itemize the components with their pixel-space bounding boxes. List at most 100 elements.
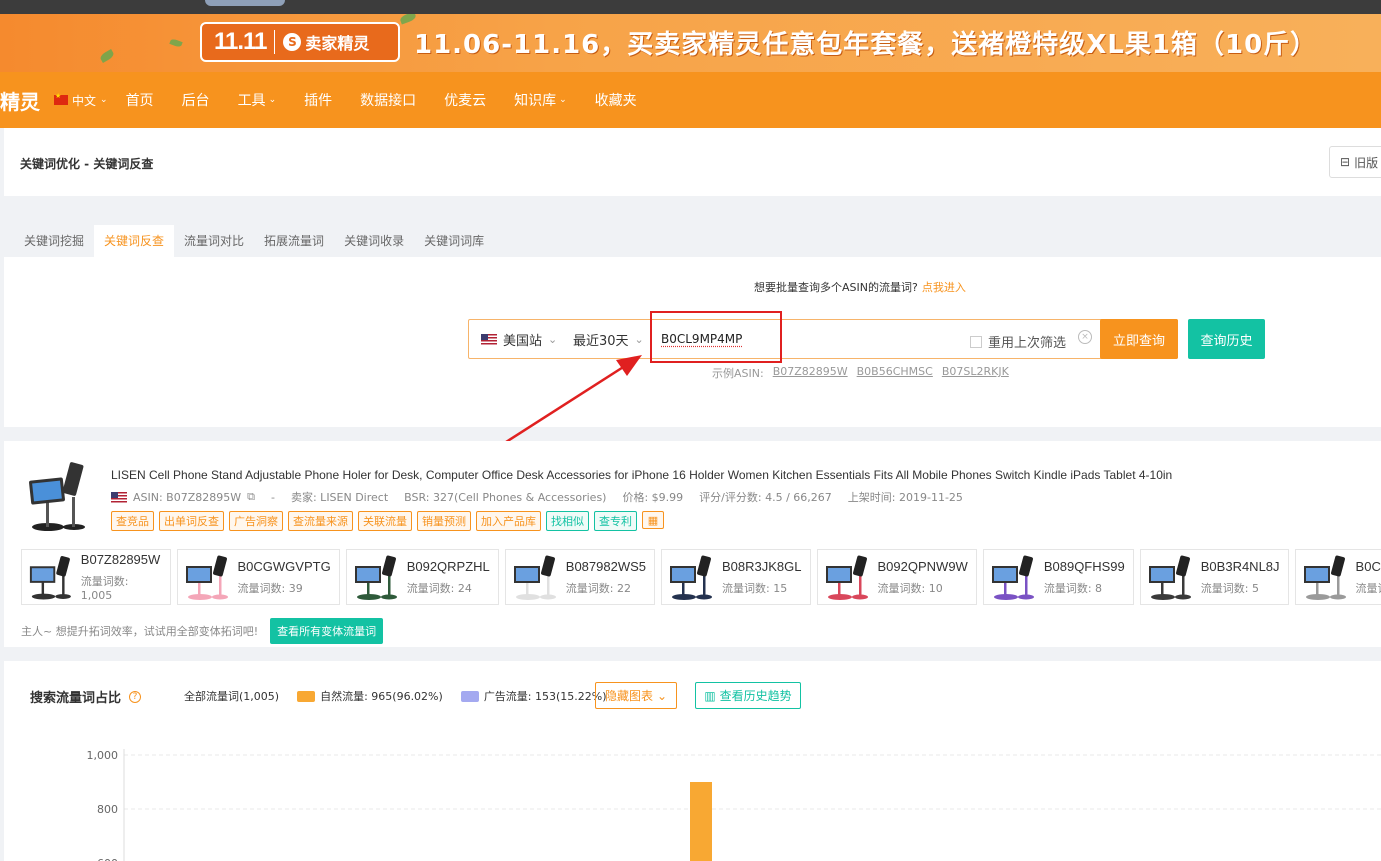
- legend-ad[interactable]: 广告流量: 153(15.22%): [460, 688, 607, 704]
- product-asin: ASIN: B07Z82895W ⧉: [111, 490, 255, 504]
- product-image[interactable]: [26, 457, 90, 533]
- language-selector[interactable]: 中文 ⌄: [54, 92, 108, 109]
- nav-item-tools[interactable]: 工具 ⌄: [238, 90, 277, 110]
- old-version-button[interactable]: ⊟ 旧版: [1329, 146, 1381, 178]
- china-flag-icon: [54, 92, 68, 105]
- variant-text: B087982WS5 流量词数: 22: [566, 559, 646, 596]
- history-button[interactable]: 查询历史: [1188, 319, 1265, 359]
- chevron-down-icon: ⌄: [100, 95, 108, 105]
- tag-sales-forecast[interactable]: 销量预测: [417, 511, 471, 531]
- old-version-label: 旧版: [1354, 155, 1379, 170]
- variant-card[interactable]: B0CF 流量词: [1294, 549, 1381, 605]
- period-label: 最近30天: [573, 333, 629, 349]
- variant-text: B0CF 流量词: [1356, 559, 1381, 596]
- search-card: 想要批量查询多个ASIN的流量词? 点我进入 美国站 ⌄ 最近30天 ⌄ B0CL…: [4, 257, 1381, 427]
- chart-card: 搜索流量词占比 ? 全部流量词(1,005) 自然流量: 965(96.02%)…: [4, 661, 1381, 861]
- tab-expand-traffic[interactable]: 拓展流量词: [254, 225, 334, 257]
- variant-image: [1303, 555, 1346, 600]
- history-trend-button[interactable]: ▥ 查看历史趋势: [695, 682, 801, 709]
- variant-text: B0CGWGVPTG 流量词数: 39: [238, 559, 331, 596]
- variant-keyword-count: 流量词数: 39: [237, 581, 303, 595]
- tab-keyword-library[interactable]: 关键词词库: [414, 225, 494, 257]
- product-title[interactable]: LISEN Cell Phone Stand Adjustable Phone …: [111, 468, 1172, 482]
- variant-image: [513, 555, 556, 600]
- tag-ad-insight[interactable]: 广告洞察: [229, 511, 283, 531]
- tab-keyword-index[interactable]: 关键词收录: [334, 225, 414, 257]
- tag-traffic-source[interactable]: 查流量来源: [288, 511, 353, 531]
- variant-asin: B092QRPZHL: [406, 558, 490, 574]
- nav-item-youmaiyun[interactable]: 优麦云: [444, 90, 486, 110]
- nav-item-knowledge[interactable]: 知识库 ⌄: [514, 90, 567, 110]
- period-select[interactable]: 最近30天 ⌄: [569, 330, 647, 349]
- variant-card[interactable]: B092QRPZHL 流量词数: 24: [345, 549, 499, 605]
- chevron-down-icon: ⌄: [656, 688, 668, 703]
- variant-card[interactable]: B089QFHS99 流量词数: 8: [982, 549, 1134, 605]
- legend-all[interactable]: 全部流量词(1,005): [184, 688, 279, 704]
- variant-card[interactable]: B0B3R4NL8J 流量词数: 5: [1139, 549, 1289, 605]
- nav-item-label: 优麦云: [444, 93, 487, 109]
- variant-image: [354, 555, 397, 600]
- example-asin-link[interactable]: B0B56CHMSC: [857, 365, 933, 381]
- promo-banner[interactable]: 11.11 S 卖家精灵 11.06-11.16，买卖家精灵任意包年套餐，送褚橙…: [0, 14, 1381, 72]
- product-card: LISEN Cell Phone Stand Adjustable Phone …: [4, 441, 1381, 647]
- legend-swatch: [460, 690, 479, 702]
- variant-card[interactable]: B092QPNW9W 流量词数: 10: [816, 549, 977, 605]
- browser-tab-pill[interactable]: [205, 0, 285, 6]
- chevron-down-icon: ⌄: [268, 95, 277, 105]
- variant-card[interactable]: B087982WS5 流量词数: 22: [504, 549, 656, 605]
- legend-swatch: [297, 690, 316, 702]
- nav-item-plugins[interactable]: 插件: [304, 90, 332, 110]
- tab-keyword-mining[interactable]: 关键词挖掘: [14, 225, 94, 257]
- tag-add-library[interactable]: 加入产品库: [476, 511, 541, 531]
- help-icon[interactable]: ?: [129, 690, 142, 703]
- variant-asin: B089QFHS99: [1043, 558, 1125, 574]
- variant-text: B089QFHS99 流量词数: 8: [1044, 559, 1125, 596]
- view-all-variants-button[interactable]: 查看所有变体流量词: [270, 618, 384, 644]
- reuse-filter-checkbox[interactable]: 重用上次筛选: [970, 332, 1066, 351]
- marketplace-select[interactable]: 美国站 ⌄: [469, 330, 569, 349]
- query-button[interactable]: 立即查询: [1100, 319, 1178, 359]
- nav-item-data-api[interactable]: 数据接口: [360, 90, 416, 110]
- bar[interactable]: [690, 782, 712, 861]
- example-asin-link[interactable]: B07Z82895W: [773, 365, 848, 381]
- variant-keyword-count: 流量词数: 15: [722, 581, 788, 595]
- promo-text: 11.06-11.16，买卖家精灵任意包年套餐，送褚橙特级XL果1箱（10斤）: [414, 30, 1318, 60]
- checkbox-icon: [970, 335, 982, 348]
- variant-keyword-count: 流量词数: 10: [877, 581, 943, 595]
- example-asin-link[interactable]: B07SL2RKJK: [942, 365, 1009, 381]
- site-logo[interactable]: 精灵: [0, 86, 40, 115]
- tag-competitors[interactable]: 查竞品: [111, 511, 154, 531]
- variant-list: B07Z82895W 流量词数: 1,005 B0CGWGVPTG 流量词数: 39 B…: [21, 549, 1381, 605]
- tag-find-similar[interactable]: 找相似: [546, 511, 589, 531]
- tab-reverse-lookup[interactable]: 关键词反查: [94, 225, 175, 257]
- batch-hint-link[interactable]: 点我进入: [922, 281, 966, 294]
- calculator-icon[interactable]: ▦: [642, 511, 664, 529]
- variant-card[interactable]: B0CGWGVPTG 流量词数: 39: [176, 549, 340, 605]
- promo-1111-text: 11.11: [214, 28, 267, 55]
- legend-organic[interactable]: 自然流量: 965(96.02%): [297, 688, 443, 704]
- leaf-decoration: [399, 14, 417, 25]
- y-tick-label: 800: [97, 803, 118, 816]
- language-label: 中文: [72, 93, 97, 108]
- variant-asin: B092QPNW9W: [877, 558, 968, 574]
- nav-item-backend[interactable]: 后台: [182, 90, 210, 110]
- brand-logo-icon: S: [283, 33, 302, 51]
- chevron-down-icon: ⌄: [559, 95, 567, 105]
- hide-chart-button[interactable]: 隐藏图表 ⌄: [595, 682, 677, 709]
- chart-legend: 全部流量词(1,005) 自然流量: 965(96.02%) 广告流量: 153…: [184, 688, 607, 704]
- tag-related-traffic[interactable]: 关联流量: [358, 511, 412, 531]
- nav-item-favorites[interactable]: 收藏夹: [595, 90, 637, 110]
- clear-icon[interactable]: ×: [1078, 330, 1092, 344]
- variant-text: B092QRPZHL 流量词数: 24: [407, 559, 490, 596]
- variant-card[interactable]: B08R3JK8GL 流量词数: 15: [661, 549, 811, 605]
- tag-check-patent[interactable]: 查专利: [594, 511, 637, 531]
- variant-tip-text: 主人~ 想提升拓词效率，试试用全部变体拓词吧!: [21, 625, 259, 638]
- external-link-icon[interactable]: ⧉: [247, 490, 255, 504]
- tag-order-keywords[interactable]: 出单词反查: [159, 511, 224, 531]
- y-tick-label: 600: [97, 857, 118, 861]
- variant-card[interactable]: B07Z82895W 流量词数: 1,005: [21, 549, 171, 605]
- nav-item-home[interactable]: 首页: [126, 90, 154, 110]
- variant-asin: B07Z82895W: [80, 552, 161, 567]
- example-label: 示例ASIN:: [712, 367, 764, 380]
- tab-traffic-compare[interactable]: 流量词对比: [174, 225, 254, 257]
